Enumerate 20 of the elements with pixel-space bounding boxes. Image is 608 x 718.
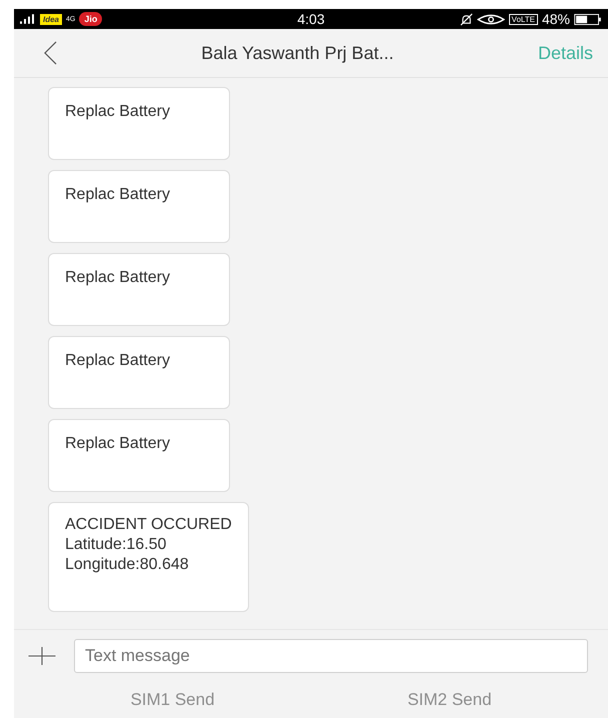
signal-icon (20, 14, 36, 24)
details-link[interactable]: Details (538, 42, 593, 64)
battery-percent: 48% (542, 11, 570, 27)
message-text: Replac Battery (65, 268, 171, 288)
message-text: ACCIDENT OCCURED Latitude:16.50 Longitude:80.648 (65, 515, 232, 575)
battery-icon (574, 14, 602, 24)
message-text: Replac Battery (65, 185, 171, 205)
message-text: Replac Battery (65, 434, 171, 454)
message-input[interactable]: Text message (74, 639, 588, 673)
back-icon[interactable] (44, 41, 57, 65)
message-text: Replac Battery (65, 102, 171, 122)
clock: 4:03 (297, 11, 325, 27)
add-icon[interactable] (28, 647, 56, 665)
eye-icon (476, 14, 505, 24)
carrier-badge: Jio (79, 12, 102, 26)
muted-bell-icon (460, 12, 473, 26)
conversation-title: Bala Yaswanth Prj Bat... (200, 42, 395, 64)
message-text: Replac Battery (65, 351, 171, 371)
volte-badge: VoLTE (508, 14, 538, 24)
carrier-badge: Idea (40, 14, 62, 24)
